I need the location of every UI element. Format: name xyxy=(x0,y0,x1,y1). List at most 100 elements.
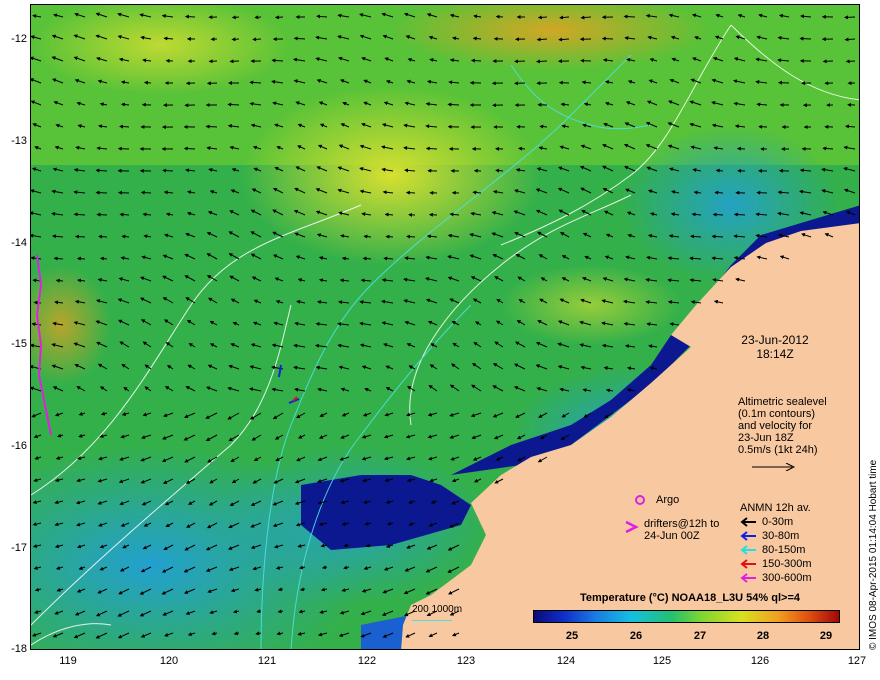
velocity-arrow xyxy=(231,37,240,42)
velocity-arrow xyxy=(715,168,724,173)
velocity-arrow xyxy=(405,190,416,195)
velocity-arrow xyxy=(383,256,394,261)
velocity-arrow xyxy=(385,234,394,239)
velocity-arrow xyxy=(119,124,130,129)
velocity-arrow xyxy=(447,102,460,107)
scale-arrow-icon xyxy=(752,463,796,471)
argo-marker-icon xyxy=(635,495,645,505)
velocity-arrow xyxy=(162,168,174,173)
colorbar-tick: 27 xyxy=(693,630,707,642)
depth-contour-label: 200 1000m xyxy=(412,604,463,615)
map-canvas xyxy=(31,5,859,649)
velocity-arrow xyxy=(95,190,108,195)
velocity-arrow xyxy=(140,190,152,195)
colorbar-tick: 25 xyxy=(565,630,579,642)
x-tick-label: 124 xyxy=(556,655,576,667)
colorbar-title: Temperature (°C) NOAA18_L3U 54% ql>=4 xyxy=(580,592,800,604)
velocity-arrow xyxy=(293,36,306,41)
velocity-arrow xyxy=(99,256,108,261)
y-tick-label: -18 xyxy=(11,643,27,655)
anmn-depth-label: 0-30m xyxy=(762,516,794,528)
drifters-note: drifters@12h to 24-Jun 00Z xyxy=(644,518,719,542)
velocity-arrow xyxy=(495,168,504,173)
arrow-icon xyxy=(740,517,756,527)
drifters-line: 24-Jun 00Z xyxy=(644,530,700,542)
sst-map[interactable] xyxy=(30,4,860,650)
depth-contour-swatch xyxy=(412,620,452,621)
velocity-arrow xyxy=(249,80,262,85)
map-timestamp: 23-Jun-2012 18:14Z xyxy=(720,333,830,361)
altimetry-line: 23-Jun 18Z xyxy=(738,432,794,444)
velocity-arrow xyxy=(96,212,108,217)
velocity-arrow xyxy=(736,146,746,151)
velocity-arrow xyxy=(205,124,218,129)
velocity-arrow xyxy=(119,212,130,217)
y-tick-label: -17 xyxy=(11,542,27,554)
velocity-arrow xyxy=(76,256,86,261)
drifters-line: drifters@12h to xyxy=(644,518,720,530)
x-tick-label: 123 xyxy=(456,655,476,667)
x-tick-label: 125 xyxy=(652,655,672,667)
velocity-arrow xyxy=(799,36,812,41)
colorbar-tick: 28 xyxy=(756,630,770,642)
velocity-arrow xyxy=(536,37,548,42)
velocity-arrow xyxy=(384,212,394,217)
velocity-arrow xyxy=(845,59,856,64)
x-tick-label: 120 xyxy=(159,655,179,667)
velocity-arrow xyxy=(539,124,548,129)
anmn-depth-label: 30-80m xyxy=(762,530,800,542)
velocity-arrow xyxy=(362,256,372,261)
x-tick-label: 122 xyxy=(357,655,377,667)
velocity-arrow xyxy=(274,15,284,20)
velocity-arrow xyxy=(518,146,526,151)
velocity-arrow xyxy=(470,58,482,63)
velocity-arrow xyxy=(183,146,196,151)
x-tick-label: 119 xyxy=(59,655,77,667)
velocity-arrow xyxy=(514,59,526,64)
x-tick-label: 126 xyxy=(750,655,770,667)
velocity-arrow xyxy=(227,102,240,107)
map-time: 18:14Z xyxy=(756,347,794,361)
anmn-legend-item: 300-600m xyxy=(740,572,812,584)
y-tick-label: -15 xyxy=(11,338,27,350)
x-tick-label: 121 xyxy=(257,655,277,667)
velocity-arrow xyxy=(844,37,856,42)
velocity-arrow xyxy=(254,15,262,20)
velocity-arrow xyxy=(714,190,724,195)
velocity-arrow xyxy=(537,15,548,20)
anmn-legend-item: 80-150m xyxy=(740,544,805,556)
altimetry-note: Altimetric sealevel (0.1m contours) and … xyxy=(738,396,848,456)
anmn-depth-label: 80-150m xyxy=(762,544,806,556)
velocity-arrow xyxy=(98,234,108,239)
anmn-depth-label: 150-300m xyxy=(762,558,812,570)
velocity-arrow xyxy=(271,58,284,63)
velocity-arrow xyxy=(55,278,64,283)
velocity-arrow xyxy=(844,15,856,20)
velocity-arrow xyxy=(733,212,746,217)
arrow-icon xyxy=(740,545,756,555)
anmn-depth-label: 300-600m xyxy=(762,572,812,584)
anmn-legend-title: ANMN 12h av. xyxy=(740,502,811,514)
velocity-arrow xyxy=(558,37,570,42)
velocity-arrow xyxy=(623,14,636,19)
y-tick-label: -14 xyxy=(11,237,27,249)
velocity-arrow xyxy=(406,234,416,239)
velocity-arrow xyxy=(712,212,724,217)
velocity-arrow xyxy=(601,36,614,41)
x-tick-label: 127 xyxy=(847,655,867,667)
argo-label: Argo xyxy=(656,494,680,506)
velocity-arrow xyxy=(143,80,152,85)
arrow-icon xyxy=(740,531,756,541)
velocity-arrow xyxy=(536,59,548,64)
anmn-legend-item: 30-80m xyxy=(740,530,799,542)
colorbar-tick: 29 xyxy=(819,630,833,642)
velocity-arrow xyxy=(425,146,438,151)
velocity-arrow xyxy=(252,37,262,42)
arrow-icon xyxy=(740,559,756,569)
colorbar-tick: 26 xyxy=(629,630,643,642)
temperature-colorbar xyxy=(533,610,840,623)
altimetry-line: (0.1m contours) xyxy=(738,408,816,420)
y-tick-label: -12 xyxy=(11,33,27,45)
anmn-legend-item: 150-300m xyxy=(740,558,812,570)
altimetry-line: and velocity for xyxy=(738,420,812,432)
